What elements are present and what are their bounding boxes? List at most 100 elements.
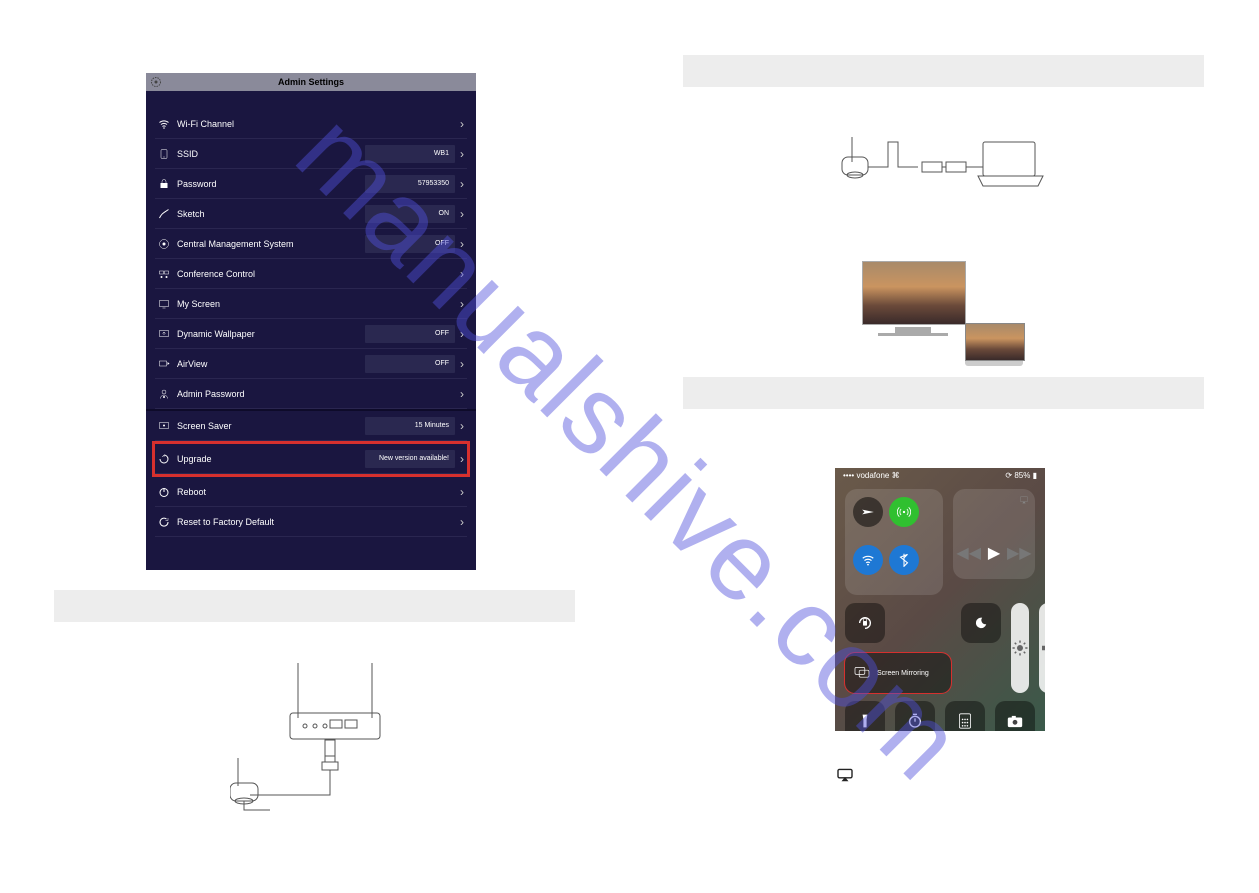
setting-label: Reset to Factory Default — [173, 517, 457, 527]
section-bar-2 — [683, 55, 1204, 87]
upgrade-icon — [155, 453, 173, 465]
setting-row-saver[interactable]: Screen Saver15 Minutes› — [155, 411, 467, 441]
setting-row-airview[interactable]: AirViewOFF› — [155, 349, 467, 379]
signal-icon: •••• — [843, 471, 854, 480]
device-laptop-diagram — [838, 132, 1048, 210]
wallpaper-icon — [155, 328, 173, 340]
tv-display-mockup — [862, 261, 964, 336]
volume-slider[interactable] — [1039, 603, 1045, 693]
screen-mirroring-label: Screen Mirroring — [877, 670, 929, 677]
setting-value: OFF — [365, 325, 455, 343]
admin-titlebar: Admin Settings — [146, 73, 476, 91]
chevron-right-icon: › — [457, 267, 467, 281]
rotation-indicator-icon: ⟳ — [1005, 471, 1012, 480]
setting-label: My Screen — [173, 299, 457, 309]
setting-row-upgrade[interactable]: UpgradeNew version available!› — [155, 444, 467, 474]
cellular-toggle[interactable] — [889, 497, 919, 527]
brightness-slider[interactable] — [1011, 603, 1029, 693]
setting-label: Sketch — [173, 209, 365, 219]
chevron-right-icon: › — [457, 419, 467, 433]
play-icon[interactable]: ▶ — [988, 543, 1000, 563]
setting-row-wallpaper[interactable]: Dynamic WallpaperOFF› — [155, 319, 467, 349]
setting-row-reset[interactable]: Reset to Factory Default› — [155, 507, 467, 537]
setting-row-lock[interactable]: Password57953350› — [155, 169, 467, 199]
wifi-toggle[interactable] — [853, 545, 883, 575]
setting-label: Central Management System — [173, 239, 365, 249]
setting-value: WB1 — [365, 145, 455, 163]
lock-icon — [155, 178, 173, 190]
battery-icon: ▮ — [1033, 471, 1037, 480]
setting-value: OFF — [365, 355, 455, 373]
chevron-right-icon: › — [457, 117, 467, 131]
admin-title: Admin Settings — [278, 77, 344, 87]
adminpw-icon — [155, 388, 173, 400]
setting-value: 57953350 — [365, 175, 455, 193]
setting-label: Wi-Fi Channel — [173, 119, 457, 129]
setting-row-conf[interactable]: Conference Control› — [155, 259, 467, 289]
settings-list: Wi-Fi Channel›SSIDWB1›Password57953350›S… — [146, 91, 476, 537]
timer-button[interactable] — [895, 701, 935, 731]
battery-label: 85% — [1014, 471, 1030, 480]
chevron-right-icon: › — [457, 327, 467, 341]
screen-mirroring-button[interactable]: Screen Mirroring — [845, 653, 951, 693]
chevron-right-icon: › — [457, 177, 467, 191]
chevron-right-icon: › — [457, 207, 467, 221]
setting-row-reboot[interactable]: Reboot› — [155, 477, 467, 507]
setting-value: ON — [365, 205, 455, 223]
chevron-right-icon: › — [457, 297, 467, 311]
setting-label: Password — [173, 179, 365, 189]
reboot-icon — [155, 486, 173, 498]
bluetooth-toggle[interactable] — [889, 545, 919, 575]
sketch-icon — [155, 208, 173, 220]
airview-icon — [155, 358, 173, 370]
saver-icon — [155, 420, 173, 432]
setting-row-sketch[interactable]: SketchON› — [155, 199, 467, 229]
screen-icon — [155, 298, 173, 310]
admin-settings-panel: Admin Settings Wi-Fi Channel›SSIDWB1›Pas… — [146, 73, 476, 570]
gear-icon — [150, 76, 162, 88]
section-bar-3 — [683, 377, 1204, 409]
connectivity-tile[interactable] — [845, 489, 943, 595]
flashlight-button[interactable] — [845, 701, 885, 731]
setting-label: AirView — [173, 359, 365, 369]
rotation-lock-toggle[interactable] — [845, 603, 885, 643]
setting-row-adminpw[interactable]: Admin Password› — [155, 379, 467, 409]
setting-label: Upgrade — [173, 454, 365, 464]
carrier-label: vodafone — [856, 471, 889, 480]
reset-icon — [155, 516, 173, 528]
chevron-right-icon: › — [457, 147, 467, 161]
setting-value: OFF — [365, 235, 455, 253]
ios-status-bar: •••• vodafone ︎⌘ ⟳ 85% ▮ — [835, 468, 1045, 483]
calculator-button[interactable] — [945, 701, 985, 731]
setting-row-ssid[interactable]: SSIDWB1› — [155, 139, 467, 169]
setting-row-screen[interactable]: My Screen› — [155, 289, 467, 319]
section-bar-1 — [54, 590, 575, 622]
wifi-status-icon: ︎⌘ — [892, 471, 900, 480]
chevron-right-icon: › — [457, 387, 467, 401]
setting-label: Reboot — [173, 487, 457, 497]
media-tile[interactable]: ◀◀ ▶ ▶▶ — [953, 489, 1035, 579]
setting-row-cms[interactable]: Central Management SystemOFF› — [155, 229, 467, 259]
dnd-toggle[interactable] — [961, 603, 1001, 643]
next-icon[interactable]: ▶▶ — [1007, 543, 1032, 563]
chevron-right-icon: › — [457, 452, 467, 466]
chevron-right-icon: › — [457, 357, 467, 371]
camera-button[interactable] — [995, 701, 1035, 731]
prev-icon[interactable]: ◀◀ — [956, 543, 981, 563]
setting-value: New version available! — [365, 450, 455, 468]
airplay-small-icon — [1019, 495, 1029, 507]
setting-label: Admin Password — [173, 389, 457, 399]
chevron-right-icon: › — [457, 485, 467, 499]
cms-icon — [155, 238, 173, 250]
setting-label: Dynamic Wallpaper — [173, 329, 365, 339]
ios-control-center: •••• vodafone ︎⌘ ⟳ 85% ▮ — [835, 468, 1045, 731]
airplane-toggle[interactable] — [853, 497, 883, 527]
wifi-icon — [155, 118, 173, 130]
setting-label: SSID — [173, 149, 365, 159]
router-connection-diagram — [230, 658, 390, 828]
setting-label: Screen Saver — [173, 421, 365, 431]
conf-icon — [155, 268, 173, 280]
mini-laptop-mockup — [965, 323, 1023, 368]
ssid-icon — [155, 148, 173, 160]
setting-row-wifi[interactable]: Wi-Fi Channel› — [155, 109, 467, 139]
